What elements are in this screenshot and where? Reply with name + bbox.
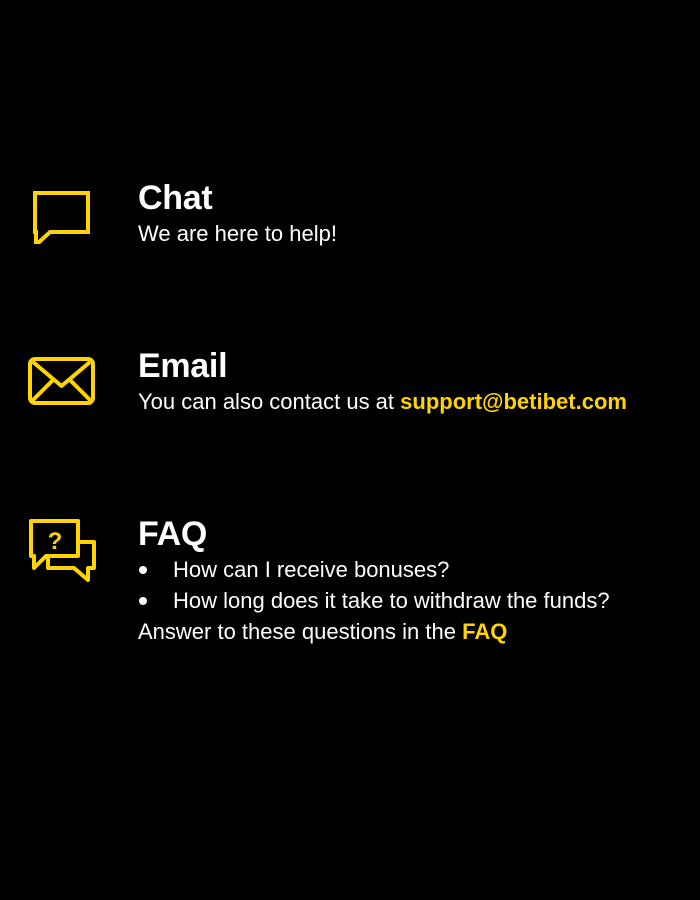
support-email-link[interactable]: support@betibet.com bbox=[400, 389, 627, 414]
faq-content: FAQ How can I receive bonuses? How long … bbox=[138, 514, 700, 647]
faq-question-text: How can I receive bonuses? bbox=[173, 557, 450, 582]
faq-question: How long does it take to withdraw the fu… bbox=[138, 585, 700, 616]
envelope-icon bbox=[28, 356, 96, 408]
bullet-icon bbox=[139, 597, 147, 605]
faq-link[interactable]: FAQ bbox=[462, 619, 507, 644]
email-content: Email You can also contact us at support… bbox=[138, 346, 700, 417]
faq-chat-bubbles-icon: ? bbox=[28, 518, 98, 584]
chat-title: Chat bbox=[138, 179, 213, 217]
email-title: Email bbox=[138, 347, 228, 385]
faq-question-text: How long does it take to withdraw the fu… bbox=[173, 588, 610, 613]
email-description: You can also contact us at support@betib… bbox=[138, 386, 700, 417]
svg-text:?: ? bbox=[48, 528, 63, 555]
faq-title: FAQ bbox=[138, 515, 207, 553]
email-text: You can also contact us at bbox=[138, 389, 401, 414]
chat-bubble-icon bbox=[27, 184, 91, 244]
faq-question: How can I receive bonuses? bbox=[138, 554, 700, 585]
bullet-icon bbox=[139, 566, 147, 574]
faq-question-list: How can I receive bonuses? How long does… bbox=[138, 554, 700, 616]
chat-content: Chat We are here to help! bbox=[138, 178, 700, 249]
faq-answer-text: Answer to these questions in the bbox=[138, 619, 463, 644]
faq-answer-line: Answer to these questions in the FAQ bbox=[138, 616, 700, 647]
chat-description: We are here to help! bbox=[138, 221, 337, 246]
